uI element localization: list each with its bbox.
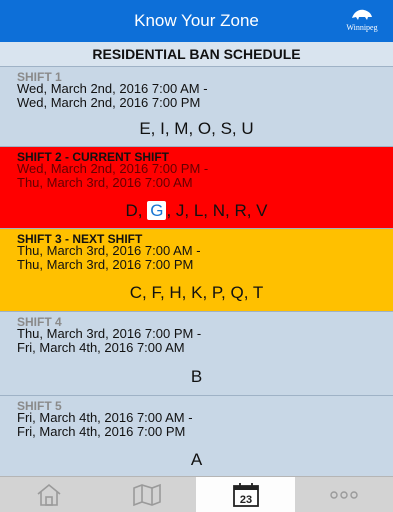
shift-time-range: Wed, March 2nd, 2016 7:00 AM - Wed, Marc… [17, 82, 208, 110]
shift-4[interactable]: SHIFT 4 Thu, March 3rd, 2016 7:00 PM - F… [0, 312, 393, 396]
shift-time-range: Fri, March 4th, 2016 7:00 AM - Fri, Marc… [17, 411, 193, 439]
zones-after: , J, L, N, R, V [166, 201, 268, 220]
shift-zones: A [190, 450, 203, 469]
shift-end: Thu, March 3rd, 2016 7:00 AM [17, 175, 193, 190]
shift-5[interactable]: SHIFT 5 Fri, March 4th, 2016 7:00 AM - F… [0, 396, 393, 476]
app-title: Know Your Zone [134, 11, 259, 30]
shift-2-current[interactable]: SHIFT 2 - CURRENT SHIFT Wed, March 2nd, … [0, 147, 393, 229]
logo-text: Winnipeg [346, 23, 378, 32]
shift-end: Wed, March 2nd, 2016 7:00 PM [17, 95, 201, 110]
shift-time-range: Thu, March 3rd, 2016 7:00 AM - Thu, Marc… [17, 244, 201, 272]
shift-time-range: Thu, March 3rd, 2016 7:00 PM - Fri, Marc… [17, 327, 201, 355]
shift-zones: E, I, M, O, S, U [139, 119, 254, 138]
app-header: Know Your Zone Winnipeg [0, 0, 393, 42]
shift-time-range: Wed, March 2nd, 2016 7:00 PM - Thu, Marc… [17, 162, 208, 190]
shift-start: Fri, March 4th, 2016 7:00 AM - [17, 410, 193, 425]
shift-zones: C, F, H, K, P, Q, T [129, 283, 264, 302]
shift-start: Thu, March 3rd, 2016 7:00 AM - [17, 243, 201, 258]
shift-start: Wed, March 2nd, 2016 7:00 PM - [17, 161, 209, 176]
shift-zones: B [190, 367, 203, 386]
tab-map[interactable] [98, 477, 196, 512]
shift-end: Fri, March 4th, 2016 7:00 PM [17, 424, 186, 439]
calendar-day-number: 23 [239, 494, 251, 506]
tab-more[interactable] [295, 477, 393, 512]
shift-start: Thu, March 3rd, 2016 7:00 PM - [17, 326, 202, 341]
winnipeg-logo: Winnipeg [339, 6, 385, 36]
tab-schedule[interactable]: 23 [196, 477, 295, 512]
shift-3-next[interactable]: SHIFT 3 - NEXT SHIFT Thu, March 3rd, 201… [0, 229, 393, 312]
bison-icon [352, 9, 372, 20]
calendar-icon: 23 [232, 482, 259, 507]
my-zone-highlight: G [147, 201, 167, 220]
shift-1[interactable]: SHIFT 1 Wed, March 2nd, 2016 7:00 AM - W… [0, 67, 393, 147]
shift-end: Fri, March 4th, 2016 7:00 AM [17, 340, 185, 355]
bottom-tab-bar: 23 [0, 476, 393, 512]
zones-before: D, [125, 201, 143, 220]
shift-end: Thu, March 3rd, 2016 7:00 PM [17, 257, 194, 272]
page-title: RESIDENTIAL BAN SCHEDULE [0, 42, 393, 67]
more-icon [330, 490, 358, 499]
shift-start: Wed, March 2nd, 2016 7:00 AM - [17, 81, 208, 96]
map-icon [133, 483, 161, 506]
tab-home[interactable] [0, 477, 98, 512]
home-icon [37, 483, 61, 506]
shift-zones: D, G, J, L, N, R, V [0, 201, 393, 221]
